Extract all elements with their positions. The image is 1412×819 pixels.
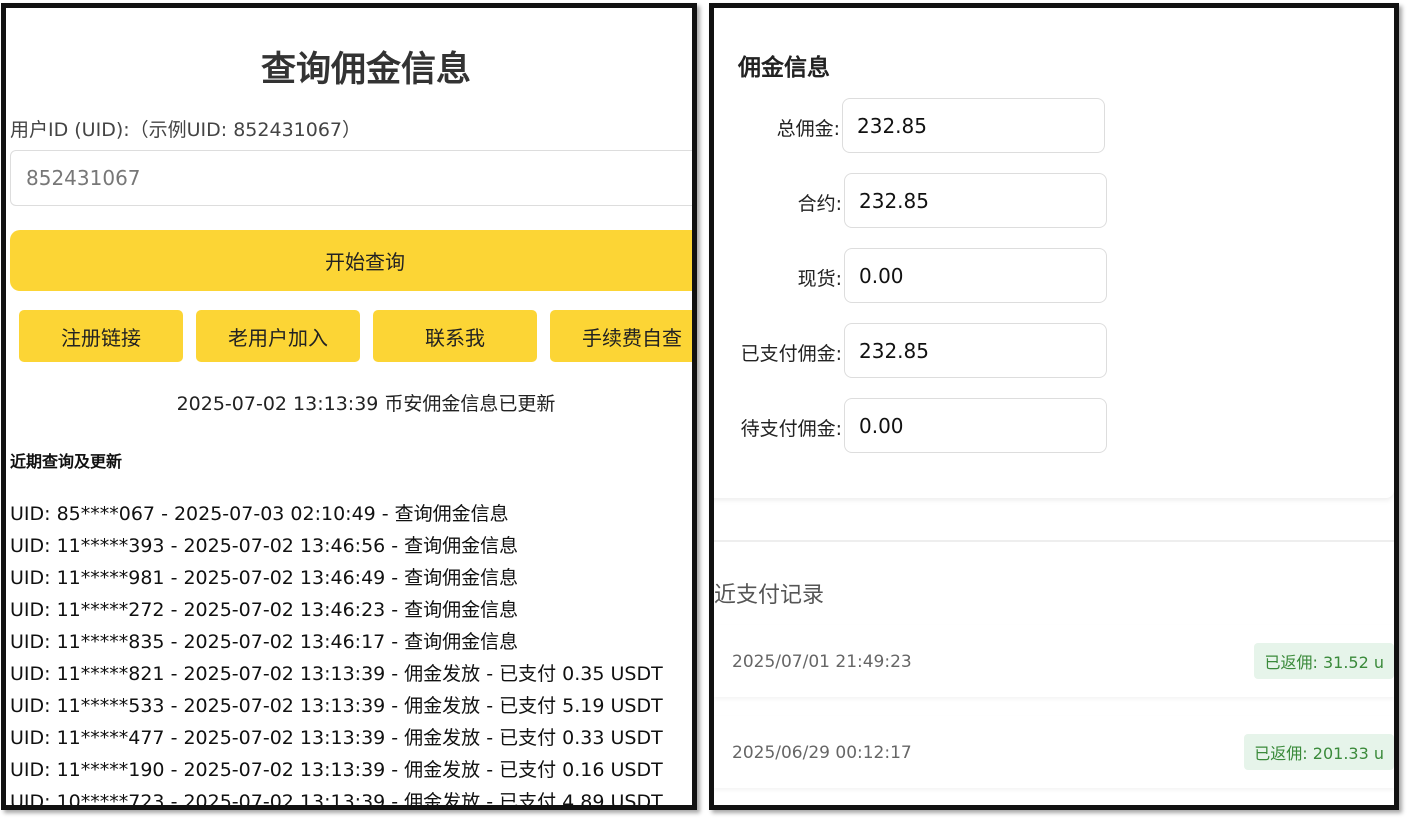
futures-label: 合约:: [797, 193, 842, 215]
page-title: 查询佣金信息: [260, 50, 471, 90]
total-commission-label: 总佣金:: [776, 118, 840, 140]
total-commission-value: 232.85: [842, 98, 1105, 153]
query-panel: 查询佣金信息 用户ID (UID):（示例UID: 852431067） 开始查…: [1, 3, 697, 810]
fee-check-button[interactable]: 手续费自查: [550, 310, 692, 362]
start-query-button[interactable]: 开始查询: [10, 230, 692, 291]
uid-label: 用户ID (UID):（示例UID: 852431067）: [10, 119, 362, 141]
payment-row: 2025/06/29 00:12:17 已返佣: 201.33 u: [714, 716, 1394, 788]
paid-commission-label: 已支付佣金:: [740, 343, 842, 365]
payment-badge: 已返佣: 201.33 u: [1244, 734, 1394, 770]
update-notice: 2025-07-02 13:13:39 币安佣金信息已更新: [176, 393, 556, 415]
payment-date: 2025/07/01 21:49:23: [732, 652, 912, 672]
spot-value: 0.00: [844, 248, 1107, 303]
section-divider: [714, 540, 1394, 542]
commission-title: 佣金信息: [738, 55, 830, 81]
log-item: UID: 85****067 - 2025-07-03 02:10:49 - 查…: [10, 503, 509, 525]
paid-commission-value: 232.85: [844, 323, 1107, 378]
commission-panel: 佣金信息 总佣金: 232.85 合约: 232.85 现货: 0.00 已支付…: [709, 3, 1399, 810]
log-item: UID: 11*****190 - 2025-07-02 13:13:39 - …: [10, 759, 663, 781]
log-item: UID: 11*****393 - 2025-07-02 13:46:56 - …: [10, 535, 519, 557]
register-link-button[interactable]: 注册链接: [19, 310, 183, 362]
log-item: UID: 10*****723 - 2025-07-02 13:13:39 - …: [10, 791, 663, 810]
old-user-join-button[interactable]: 老用户加入: [196, 310, 360, 362]
log-item: UID: 11*****981 - 2025-07-02 13:46:49 - …: [10, 567, 519, 589]
log-item: UID: 11*****272 - 2025-07-02 13:46:23 - …: [10, 599, 519, 621]
log-item: UID: 11*****477 - 2025-07-02 13:13:39 - …: [10, 727, 663, 749]
payment-date: 2025/06/29 00:12:17: [732, 743, 912, 763]
payments-title: 最近支付记录: [714, 583, 825, 608]
pending-commission-value: 0.00: [844, 398, 1107, 453]
pending-commission-label: 待支付佣金:: [740, 418, 842, 440]
uid-input[interactable]: [10, 150, 692, 206]
futures-value: 232.85: [844, 173, 1107, 228]
recent-activity-title: 近期查询及更新: [10, 452, 123, 471]
spot-label: 现货:: [797, 268, 842, 290]
log-item: UID: 11*****821 - 2025-07-02 13:13:39 - …: [10, 663, 663, 685]
activity-log: UID: 85****067 - 2025-07-03 02:10:49 - 查…: [10, 498, 663, 810]
log-item: UID: 11*****533 - 2025-07-02 13:13:39 - …: [10, 695, 663, 717]
payment-badge: 已返佣: 31.52 u: [1254, 643, 1394, 679]
payment-row: 2025/07/01 21:49:23 已返佣: 31.52 u: [714, 625, 1394, 697]
contact-me-button[interactable]: 联系我: [373, 310, 537, 362]
log-item: UID: 11*****835 - 2025-07-02 13:46:17 - …: [10, 631, 519, 653]
